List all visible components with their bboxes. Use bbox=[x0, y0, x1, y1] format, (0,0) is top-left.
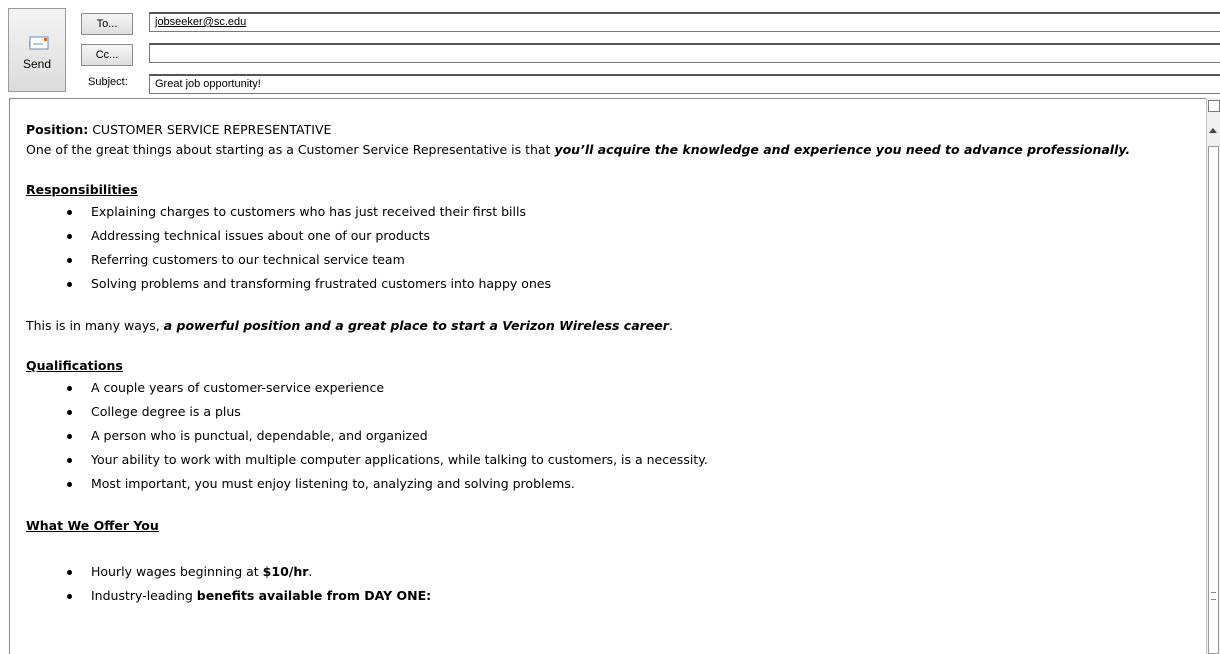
responsibilities-list: Explaining charges to customers who has … bbox=[26, 200, 1216, 296]
list-item: Addressing technical issues about one of… bbox=[26, 224, 1216, 248]
position-line: Position: CUSTOMER SERVICE REPRESENTATIV… bbox=[26, 120, 1216, 140]
envelope-send-icon bbox=[29, 36, 49, 50]
send-button[interactable]: Send bbox=[8, 8, 66, 92]
list-item: Referring customers to our technical ser… bbox=[26, 248, 1216, 272]
summary-end: . bbox=[668, 318, 673, 333]
offer-1-text: Hourly wages beginning at bbox=[91, 564, 263, 579]
subject-field[interactable]: Great job opportunity! bbox=[149, 74, 1220, 94]
summary-emphasis: a powerful position and a great place to… bbox=[163, 318, 669, 333]
scroll-thumb[interactable] bbox=[1208, 146, 1219, 654]
list-item: Industry-leading benefits available from… bbox=[26, 584, 1216, 608]
position-value: CUSTOMER SERVICE REPRESENTATIVE bbox=[88, 122, 332, 137]
qualifications-list: A couple years of customer-service exper… bbox=[26, 376, 1216, 496]
list-item: College degree is a plus bbox=[26, 400, 1216, 424]
message-body[interactable]: Position: CUSTOMER SERVICE REPRESENTATIV… bbox=[9, 98, 1220, 654]
scroll-up-arrow-icon[interactable] bbox=[1209, 128, 1217, 133]
summary-text: This is in many ways, bbox=[26, 318, 164, 333]
offer-2-text: Industry-leading bbox=[91, 588, 197, 603]
offer-1-bold: $10/hr bbox=[262, 564, 309, 579]
offer-2-bold: benefits available from DAY ONE: bbox=[196, 588, 432, 603]
send-label: Send bbox=[22, 57, 52, 71]
list-item: A person who is punctual, dependable, an… bbox=[26, 424, 1216, 448]
subject-label: Subject: bbox=[88, 76, 128, 88]
intro-text: One of the great things about starting a… bbox=[26, 142, 555, 157]
list-item: Explaining charges to customers who has … bbox=[26, 200, 1216, 224]
ruler-toggle-icon[interactable] bbox=[1208, 100, 1220, 112]
to-recipient[interactable]: jobseeker@sc.edu bbox=[155, 16, 246, 28]
cc-field[interactable] bbox=[149, 43, 1220, 63]
list-item: A couple years of customer-service exper… bbox=[26, 376, 1216, 400]
responsibilities-heading: Responsibilities bbox=[26, 182, 138, 197]
vertical-scrollbar[interactable] bbox=[1206, 98, 1220, 654]
compose-header: Send To... Cc... Subject: jobseeker@sc.e… bbox=[0, 0, 1220, 97]
offer-1-end: . bbox=[308, 564, 313, 579]
offer-heading: What We Offer You bbox=[26, 518, 159, 533]
to-button[interactable]: To... bbox=[81, 13, 133, 35]
list-item: Hourly wages beginning at $10/hr. bbox=[26, 560, 1216, 584]
intro-emphasis: you’ll acquire the knowledge and experie… bbox=[554, 142, 1131, 157]
summary-line: This is in many ways, a powerful positio… bbox=[26, 316, 1216, 336]
to-field[interactable]: jobseeker@sc.edu bbox=[149, 12, 1220, 32]
list-item: Solving problems and transforming frustr… bbox=[26, 272, 1216, 296]
qualifications-heading: Qualifications bbox=[26, 358, 123, 373]
list-item: Most important, you must enjoy listening… bbox=[26, 472, 1216, 496]
cc-button[interactable]: Cc... bbox=[81, 44, 133, 66]
grip-icon bbox=[1211, 592, 1216, 600]
list-item: Your ability to work with multiple compu… bbox=[26, 448, 1216, 472]
position-label: Position: bbox=[26, 122, 89, 137]
message-content: Position: CUSTOMER SERVICE REPRESENTATIV… bbox=[26, 120, 1216, 608]
offer-list: Hourly wages beginning at $10/hr. Indust… bbox=[26, 560, 1216, 608]
intro-line: One of the great things about starting a… bbox=[26, 140, 1216, 160]
